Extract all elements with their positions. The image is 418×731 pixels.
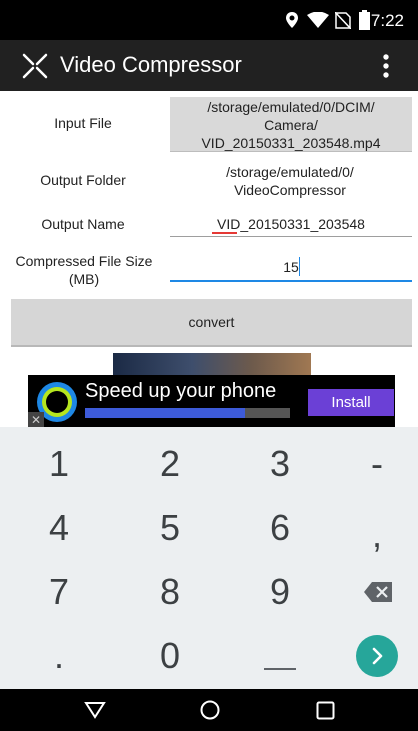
key-5[interactable]: 5 xyxy=(118,500,222,555)
no-sim-icon xyxy=(335,12,351,29)
key-2[interactable]: 2 xyxy=(118,436,222,491)
backspace-key[interactable] xyxy=(325,564,418,619)
clock: 7:22 xyxy=(370,11,404,30)
compressed-size-underline xyxy=(170,280,412,282)
key-8[interactable]: 8 xyxy=(118,564,222,619)
ad-install-button[interactable]: Install xyxy=(308,389,394,416)
enter-key[interactable] xyxy=(325,628,418,683)
output-folder-field[interactable]: /storage/emulated/0/ VideoCompressor xyxy=(200,163,380,199)
ad-progress-fill xyxy=(85,408,245,418)
app-logo-icon xyxy=(22,53,48,79)
back-icon[interactable] xyxy=(84,701,106,719)
key-minus[interactable]: - xyxy=(325,436,418,491)
recents-icon[interactable] xyxy=(316,701,335,720)
app-bar: Video Compressor xyxy=(0,40,418,91)
ad-close-icon[interactable]: ✕ xyxy=(28,412,44,428)
backspace-icon xyxy=(364,582,392,602)
home-icon[interactable] xyxy=(199,699,221,721)
input-file-button[interactable]: /storage/emulated/0/DCIM/ Camera/ VID_20… xyxy=(170,97,412,152)
numeric-keyboard: 1 2 3 - 4 5 6 , 7 8 9 . 0 xyxy=(0,427,418,689)
key-period[interactable]: . xyxy=(7,628,111,683)
next-arrow-icon xyxy=(356,635,398,677)
wifi-icon xyxy=(307,12,329,28)
output-name-field[interactable]: VID_20150331_203548 xyxy=(170,216,412,232)
output-name-label: Output Name xyxy=(41,216,125,232)
key-7[interactable]: 7 xyxy=(7,564,111,619)
status-bar: 7:22 xyxy=(0,0,418,40)
compressed-size-label: Compressed File Size (MB) xyxy=(15,253,153,287)
battery-icon xyxy=(359,10,370,30)
app-title: Video Compressor xyxy=(60,52,242,77)
compressed-size-field[interactable]: 15 xyxy=(170,259,412,275)
input-file-label: Input File xyxy=(54,115,112,131)
spellcheck-underline xyxy=(212,232,237,234)
key-1[interactable]: 1 xyxy=(7,436,111,491)
location-icon xyxy=(286,12,298,28)
ad-banner[interactable]: Speed up your phone Install ✕ xyxy=(28,375,395,428)
text-cursor xyxy=(299,257,300,276)
space-key[interactable] xyxy=(228,628,332,683)
ad-progress-bar xyxy=(85,408,290,418)
key-comma[interactable]: , xyxy=(325,507,418,562)
key-0[interactable]: 0 xyxy=(118,628,222,683)
key-6[interactable]: 6 xyxy=(228,500,332,555)
ad-image xyxy=(113,353,311,377)
space-bar-icon xyxy=(264,668,296,670)
convert-button[interactable]: convert xyxy=(11,299,412,347)
output-folder-label: Output Folder xyxy=(40,172,126,188)
overflow-menu-icon[interactable] xyxy=(382,53,390,79)
output-name-underline xyxy=(170,236,412,237)
key-4[interactable]: 4 xyxy=(7,500,111,555)
key-9[interactable]: 9 xyxy=(228,564,332,619)
navigation-bar xyxy=(0,689,418,731)
ad-title: Speed up your phone xyxy=(85,380,277,402)
key-3[interactable]: 3 xyxy=(228,436,332,491)
